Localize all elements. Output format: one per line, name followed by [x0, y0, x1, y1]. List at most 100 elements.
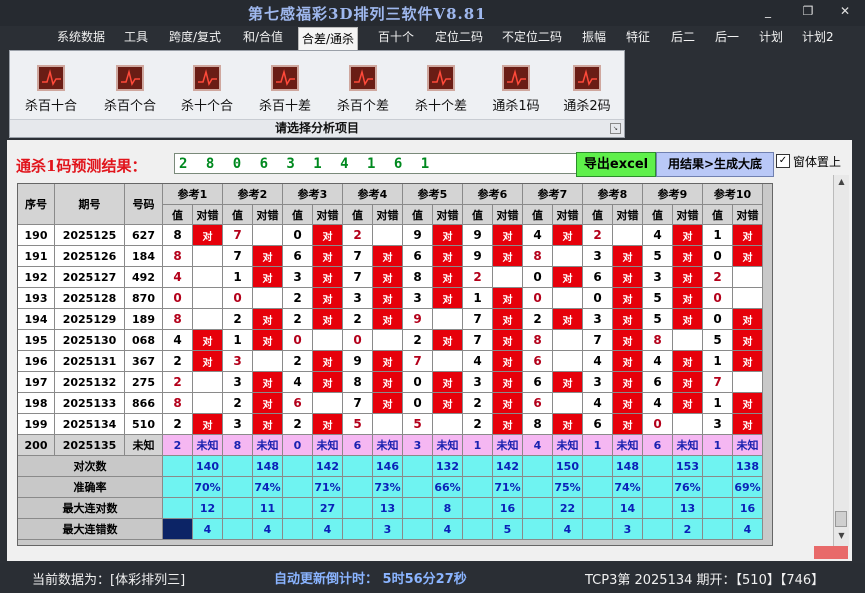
ref-value: 4 — [643, 225, 673, 246]
menu-last-one[interactable]: 后一 — [712, 26, 742, 49]
menu-fixed-two[interactable]: 定位二码 — [432, 26, 486, 49]
stat-label: 对次数 — [18, 456, 163, 477]
scroll-thumb[interactable] — [835, 511, 847, 527]
stat-spacer — [163, 456, 193, 477]
close-button[interactable]: ✕ — [834, 4, 856, 18]
menu-amplitude[interactable]: 振幅 — [579, 26, 609, 49]
draw-info-status: TCP3第 2025134 期开：【510】【746】 — [585, 573, 825, 588]
ref-hit-mark: 对 — [193, 351, 223, 372]
ref-value: 0 — [643, 414, 673, 435]
ref-status-unknown: 未知 — [673, 435, 703, 456]
stat-spacer — [403, 498, 433, 519]
ref-miss-cell — [673, 330, 703, 351]
ref-hit-mark: 对 — [493, 246, 523, 267]
menu-sum-value[interactable]: 和/合值 — [240, 26, 286, 49]
ref-value: 4 — [643, 351, 673, 372]
col-header-right-wrong: 对错 — [433, 205, 463, 225]
stat-spacer — [703, 498, 733, 519]
row-code: 492 — [125, 267, 163, 288]
kill-tu-sum-button[interactable]: 杀十个合 — [167, 65, 247, 114]
stat-spacer — [223, 519, 253, 540]
ref-hit-mark: 对 — [493, 225, 523, 246]
ref-value: 0 — [163, 288, 193, 309]
minimize-button[interactable]: _ — [757, 4, 779, 18]
chart-icon — [116, 65, 144, 91]
menu-feature[interactable]: 特征 — [623, 26, 653, 49]
menu-system-data[interactable]: 系统数据 — [54, 26, 108, 49]
menu-bar: 系统数据 工具 跨度/复式 和/合值 合差/通杀 百十个 定位二码 不定位二码 … — [0, 26, 865, 50]
stat-spacer — [223, 498, 253, 519]
menu-unfixed-two[interactable]: 不定位二码 — [499, 26, 565, 49]
stat-spacer — [343, 456, 373, 477]
menu-plan[interactable]: 计划 — [756, 26, 786, 49]
vertical-scrollbar[interactable]: ▲ ▼ — [833, 175, 849, 547]
ref-value: 0 — [583, 288, 613, 309]
ref-hit-mark: 对 — [493, 372, 523, 393]
kill-ht-diff-button[interactable]: 杀百十差 — [245, 65, 325, 114]
row-code: 068 — [125, 330, 163, 351]
ref-value: 1 — [463, 288, 493, 309]
row-code: 627 — [125, 225, 163, 246]
kill-2-code-button[interactable]: 通杀2码 — [547, 65, 627, 114]
stay-on-top-checkbox[interactable]: ✓ — [776, 154, 790, 168]
restore-button[interactable]: ❐ — [797, 4, 819, 18]
ref-value: 0 — [283, 225, 313, 246]
stat-spacer — [163, 498, 193, 519]
menu-hundreds-tens-units[interactable]: 百十个 — [375, 26, 417, 49]
chart-icon — [573, 65, 601, 91]
ref-hit-mark: 对 — [193, 330, 223, 351]
stat-label: 最大连对数 — [18, 498, 163, 519]
ref-value: 8 — [163, 225, 193, 246]
ref-value: 8 — [163, 309, 193, 330]
kill-ht-sum-button[interactable]: 杀百十合 — [11, 65, 91, 114]
stat-value: 140 — [193, 456, 223, 477]
ref-value: 0 — [343, 330, 373, 351]
ref-hit-mark: 对 — [373, 267, 403, 288]
dialog-launcher-icon[interactable]: ↘ — [610, 123, 621, 134]
ref-miss-cell — [373, 330, 403, 351]
row-seq: 195 — [18, 330, 55, 351]
menu-span-compound[interactable]: 跨度/复式 — [166, 26, 224, 49]
kill-hu-diff-button[interactable]: 杀百个差 — [323, 65, 403, 114]
generate-base-button[interactable]: 用结果>生成大底 — [656, 152, 774, 177]
stat-value: 4 — [553, 519, 583, 540]
ref-hit-mark: 对 — [313, 309, 343, 330]
kill-tu-diff-button[interactable]: 杀十个差 — [401, 65, 481, 114]
resize-grip[interactable] — [814, 546, 848, 559]
row-seq: 193 — [18, 288, 55, 309]
export-excel-button[interactable]: 导出excel — [576, 152, 656, 177]
scroll-down-icon[interactable]: ▼ — [834, 531, 849, 540]
ref-value: 7 — [343, 246, 373, 267]
col-header-value: 值 — [223, 205, 253, 225]
row-seq: 200 — [18, 435, 55, 456]
ref-value: 9 — [463, 225, 493, 246]
col-header-ref-5: 参考5 — [403, 184, 463, 205]
menu-plan2[interactable]: 计划2 — [799, 26, 837, 49]
menu-last-two[interactable]: 后二 — [668, 26, 698, 49]
ref-value: 8 — [163, 393, 193, 414]
ref-value: 3 — [703, 414, 733, 435]
menu-sum-diff-kill[interactable]: 合差/通杀 — [298, 27, 359, 50]
stat-value: 13 — [373, 498, 403, 519]
ref-value: 2 — [283, 288, 313, 309]
kill-hu-sum-button[interactable]: 杀百个合 — [90, 65, 170, 114]
stat-value: 12 — [193, 498, 223, 519]
stat-spacer — [463, 456, 493, 477]
ref-hit-mark: 对 — [433, 267, 463, 288]
prediction-result-field[interactable]: 2 8 0 6 3 1 4 1 6 1 — [174, 153, 580, 174]
ref-hit-mark: 对 — [613, 309, 643, 330]
stat-value: 16 — [733, 498, 763, 519]
kill-1-code-button[interactable]: 通杀1码 — [476, 65, 556, 114]
ref-hit-mark: 对 — [253, 246, 283, 267]
menu-tools[interactable]: 工具 — [121, 26, 151, 49]
ref-value: 7 — [223, 225, 253, 246]
scroll-up-icon[interactable]: ▲ — [834, 177, 849, 186]
stat-spacer — [283, 498, 313, 519]
stat-spacer — [223, 477, 253, 498]
title-bar: 第七感福彩3D排列三软件V8.81 _ ❐ ✕ — [0, 0, 865, 26]
ref-hit-mark: 对 — [673, 225, 703, 246]
ref-value: 3 — [223, 351, 253, 372]
ref-hit-mark: 对 — [613, 267, 643, 288]
ref-value: 9 — [403, 309, 433, 330]
ribbon-caption: 请选择分析项目 — [10, 119, 624, 137]
